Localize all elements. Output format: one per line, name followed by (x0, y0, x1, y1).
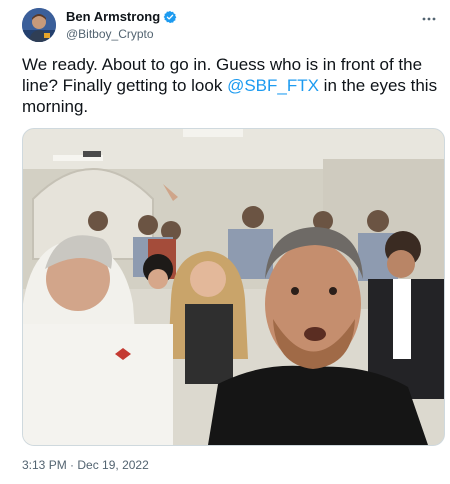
user-avatar-icon (22, 8, 56, 42)
tweet-header: Ben Armstrong @Bitboy_Crypto (22, 8, 442, 42)
more-horizontal-icon[interactable] (420, 10, 438, 28)
selfie-photo-image (23, 129, 444, 445)
display-name-row: Ben Armstrong (66, 9, 177, 25)
author-names: Ben Armstrong @Bitboy_Crypto (66, 9, 177, 42)
author-handle[interactable]: @Bitboy_Crypto (66, 26, 177, 42)
tweet-date[interactable]: Dec 19, 2022 (77, 458, 148, 472)
tweet-time[interactable]: 3:13 PM (22, 458, 67, 472)
tweet-text: We ready. About to go in. Guess who is i… (22, 54, 442, 117)
avatar[interactable] (22, 8, 56, 42)
timestamp-separator: · (66, 458, 78, 472)
mention-link[interactable]: @SBF_FTX (227, 76, 319, 95)
verified-badge-icon (163, 10, 177, 24)
tweet-card: Ben Armstrong @Bitboy_Crypto We ready. A… (0, 0, 450, 484)
tweet-timestamp: 3:13 PM · Dec 19, 2022 (22, 458, 149, 472)
tweet-photo[interactable] (22, 128, 445, 446)
author-display-name[interactable]: Ben Armstrong (66, 9, 160, 25)
